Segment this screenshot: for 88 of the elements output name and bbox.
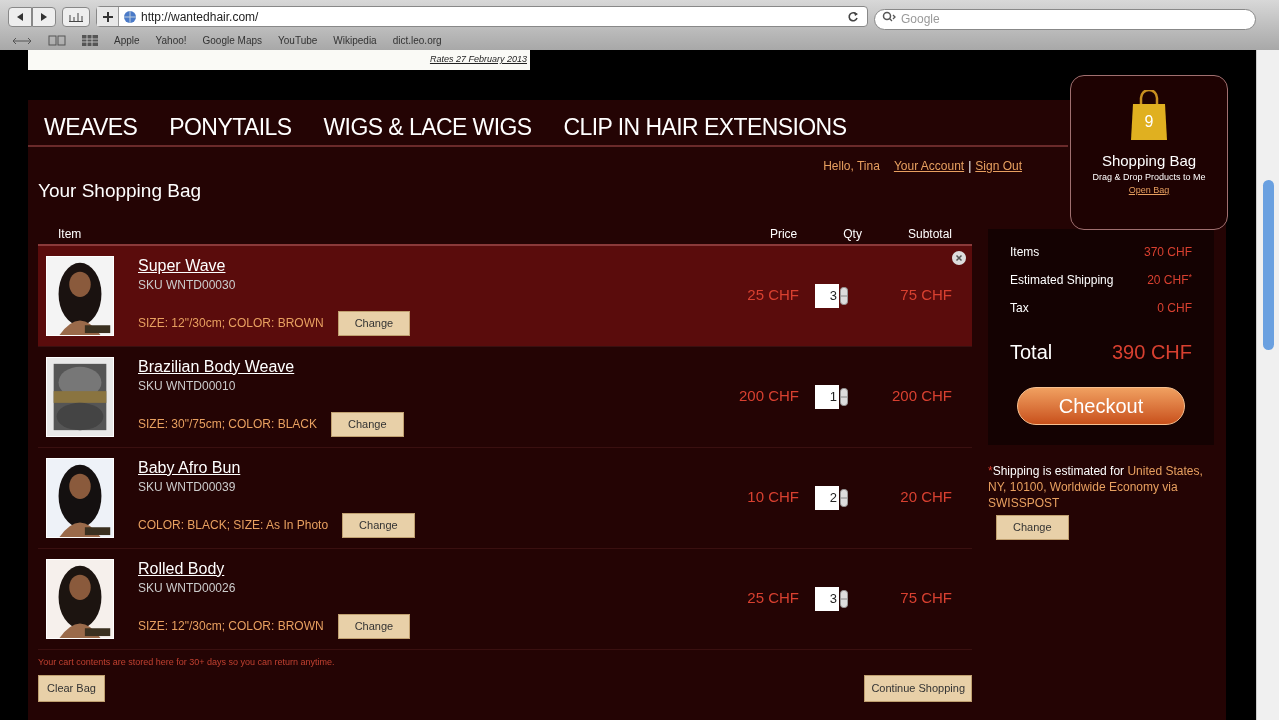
stepper-icon[interactable] xyxy=(840,589,848,608)
continue-shopping-button[interactable]: Continue Shopping xyxy=(864,675,972,702)
change-shipping-button[interactable]: Change xyxy=(996,515,1069,540)
summary-label: Estimated Shipping xyxy=(1010,272,1114,289)
summary-value: 370 CHF xyxy=(1143,244,1192,261)
back-button[interactable] xyxy=(8,6,32,27)
bookmark-link[interactable]: Yahoo! xyxy=(155,33,187,48)
stepper-icon[interactable] xyxy=(840,387,848,406)
open-bag-link[interactable]: Open Bag xyxy=(1128,184,1170,198)
address-bar[interactable]: http://wantedhair.com/ xyxy=(96,6,868,27)
globe-icon xyxy=(123,9,137,24)
quantity-field[interactable]: 3 xyxy=(815,283,839,308)
remove-icon[interactable] xyxy=(952,250,966,265)
bag-subtitle: Drag & Drop Products to Me xyxy=(1092,170,1206,184)
greeting-text: Hello, Tina xyxy=(823,158,880,175)
column-header: Subtotal xyxy=(907,225,952,243)
change-button[interactable]: Change xyxy=(337,311,411,336)
quantity-field[interactable]: 2 xyxy=(815,485,839,510)
nav-link[interactable]: PONYTAILS xyxy=(169,116,292,139)
subtotal-text: 20 CHF xyxy=(899,487,952,508)
search-icon xyxy=(882,11,896,23)
sign-out-link[interactable]: Sign Out xyxy=(975,157,1022,175)
options-text: SIZE: 12"/30cm; COLOR: BROWN xyxy=(138,315,324,333)
sku-text: SKU WNTD00026 xyxy=(138,579,237,597)
product-link[interactable]: Rolled Body xyxy=(138,558,411,579)
chart-icon xyxy=(69,11,83,22)
subtotal-text: 75 CHF xyxy=(899,285,952,306)
account-link[interactable]: Your Account xyxy=(893,157,965,175)
bookmark-link[interactable]: dict.leo.org xyxy=(392,33,442,48)
search-field[interactable]: Google xyxy=(874,8,1256,30)
grid-icon[interactable] xyxy=(82,35,98,46)
share-button[interactable] xyxy=(62,6,90,27)
sku-text: SKU WNTD00010 xyxy=(138,377,237,395)
price-text: 10 CHF xyxy=(746,487,799,508)
summary-value: 0 CHF xyxy=(1157,300,1192,317)
cart-note: Your cart contents are stored here for 30+ days so you can return anytime. xyxy=(38,655,336,669)
stepper-icon[interactable] xyxy=(840,488,848,507)
book-icon[interactable] xyxy=(48,35,66,46)
nav-link[interactable]: WEAVES xyxy=(44,116,138,139)
options-text: SIZE: 30"/75cm; COLOR: BLACK xyxy=(138,416,317,434)
bookmark-link[interactable]: Google Maps xyxy=(202,33,262,48)
quantity-field[interactable]: 3 xyxy=(815,586,839,611)
change-button[interactable]: Change xyxy=(342,513,415,538)
quantity-field[interactable]: 1 xyxy=(815,384,839,409)
forward-icon xyxy=(41,12,47,21)
product-link[interactable]: Brazilian Body Weave xyxy=(138,356,404,377)
scrollbar[interactable] xyxy=(1256,50,1279,720)
rates-link[interactable]: Rates 27 February 2013 xyxy=(429,53,527,67)
reload-icon[interactable] xyxy=(847,10,859,23)
column-header: Item xyxy=(58,225,82,243)
bookmark-link[interactable]: YouTube xyxy=(278,33,318,48)
add-icon[interactable] xyxy=(102,11,113,22)
forward-button[interactable] xyxy=(32,6,56,27)
back-icon xyxy=(17,12,23,21)
column-header: Qty xyxy=(843,225,862,243)
bag-icon xyxy=(1129,90,1169,140)
bag-title: Shopping Bag xyxy=(1101,152,1197,171)
stepper-icon[interactable] xyxy=(840,286,848,305)
clear-bag-button[interactable]: Clear Bag xyxy=(38,675,105,702)
page-title: Your Shopping Bag xyxy=(38,179,203,203)
summary-label: Tax xyxy=(1010,300,1029,317)
summary-label: Items xyxy=(1010,244,1040,261)
change-button[interactable]: Change xyxy=(337,614,411,639)
bookmark-link[interactable]: Apple xyxy=(114,33,140,48)
product-link[interactable]: Baby Afro Bun xyxy=(138,457,415,478)
change-button[interactable]: Change xyxy=(331,412,404,437)
total-value: 390 CHF xyxy=(1111,340,1192,365)
url-text: http://wantedhair.com/ xyxy=(141,8,260,26)
total-label: Total xyxy=(1010,340,1053,365)
bookmark-link[interactable]: Wikipedia xyxy=(333,33,377,48)
price-text: 200 CHF xyxy=(737,386,799,407)
shipping-note: *Shipping is estimated for United States, NY, 10100, Worldwide Economy via SWISSPOST xyxy=(988,463,1204,511)
options-text: SIZE: 12"/30cm; COLOR: BROWN xyxy=(138,618,324,636)
nav-link[interactable]: CLIP IN HAIR EXTENSIONS xyxy=(563,116,847,139)
options-text: COLOR: BLACK; SIZE: As In Photo xyxy=(138,517,329,535)
subtotal-text: 200 CHF xyxy=(890,386,952,407)
column-header: Price xyxy=(769,225,798,243)
bag-count: 9 xyxy=(1143,112,1155,132)
price-text: 25 CHF xyxy=(746,285,799,306)
sku-text: SKU WNTD00039 xyxy=(138,478,237,496)
subtotal-text: 75 CHF xyxy=(899,588,952,609)
bag-widget[interactable]: 9 Shopping Bag Drag & Drop Products to Me Open Bag xyxy=(1070,75,1228,230)
price-text: 25 CHF xyxy=(746,588,799,609)
separator-text: | xyxy=(968,158,972,175)
nav-link[interactable]: WIGS & LACE WIGS xyxy=(323,116,532,139)
product-link[interactable]: Super Wave xyxy=(138,255,411,276)
sku-text: SKU WNTD00030 xyxy=(138,276,237,294)
summary-value: 20 CHF$^{*}$ xyxy=(1147,271,1192,289)
